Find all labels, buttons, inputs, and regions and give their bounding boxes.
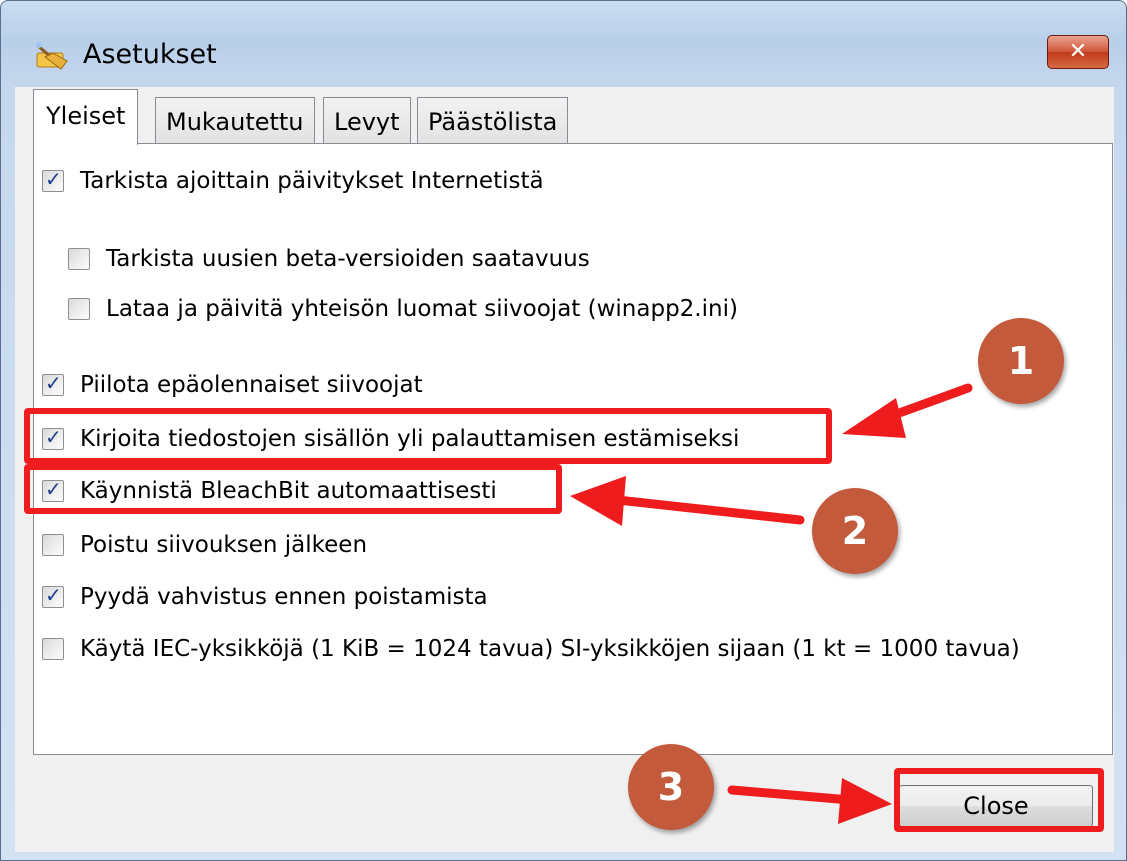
- arrow-to-overwrite: [842, 383, 973, 438]
- annotation-arrows: [570, 383, 973, 824]
- arrow-to-autostart: [570, 476, 805, 526]
- arrow-to-close: [727, 778, 892, 824]
